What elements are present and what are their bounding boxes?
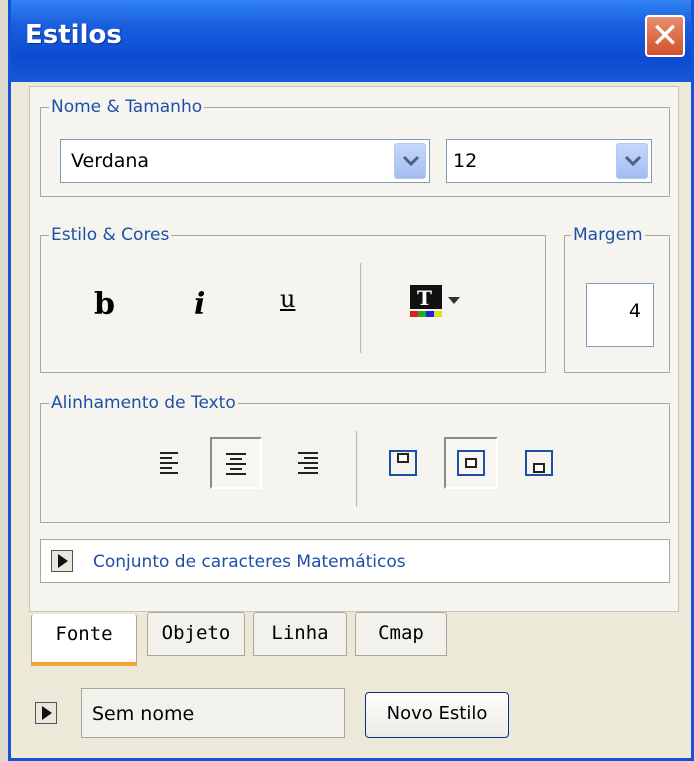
align-left-button[interactable] (156, 447, 186, 477)
tab-label: Fonte (55, 623, 113, 645)
align-center-button[interactable] (210, 437, 262, 489)
margin-value: 4 (628, 300, 641, 322)
close-icon: ✕ (650, 16, 680, 56)
styles-window: Estilos ✕ Nome & Tamanho Verdana 12 Esti… (8, 0, 694, 761)
chevron-down-icon[interactable] (616, 143, 648, 179)
valign-top-button[interactable] (386, 447, 420, 479)
font-size-select[interactable]: 12 (446, 139, 652, 183)
style-list-expand-icon[interactable] (35, 702, 57, 724)
expand-arrow-icon[interactable] (51, 550, 73, 572)
alignment-legend: Alinhamento de Texto (51, 393, 236, 413)
text-color-button[interactable]: T (408, 283, 468, 323)
text-color-icon: T (410, 285, 460, 317)
divider (356, 431, 358, 507)
name-size-legend: Nome & Tamanho (51, 97, 203, 117)
italic-button[interactable]: i (194, 287, 205, 322)
tab-objeto[interactable]: Objeto (147, 612, 245, 656)
valign-middle-button[interactable] (444, 437, 498, 489)
margin-input[interactable]: 4 (586, 283, 654, 347)
math-chars-label: Conjunto de caracteres Matemáticos (93, 552, 406, 572)
valign-bottom-icon (525, 450, 553, 476)
bold-button[interactable]: b (94, 287, 115, 322)
style-name-field[interactable]: Sem nome (81, 688, 345, 738)
underline-button[interactable]: u (280, 285, 295, 313)
active-tab-indicator (31, 662, 137, 666)
tab-linha[interactable]: Linha (253, 612, 347, 656)
align-center-icon (226, 453, 246, 475)
tab-fonte[interactable]: Fonte (31, 614, 137, 666)
style-colors-legend: Estilo & Cores (51, 225, 170, 245)
style-name-value: Sem nome (92, 703, 195, 725)
align-right-button[interactable] (292, 447, 322, 477)
tab-label: Linha (271, 622, 329, 644)
font-name-select[interactable]: Verdana (60, 139, 430, 183)
new-style-button[interactable]: Novo Estilo (365, 692, 509, 738)
alignment-group: Alinhamento de Texto (40, 393, 670, 523)
valign-bottom-button[interactable] (522, 447, 556, 479)
align-left-icon (160, 452, 178, 474)
margin-legend: Margem (573, 225, 643, 245)
window-title: Estilos (25, 20, 122, 50)
tab-label: Objeto (161, 622, 231, 644)
tab-label: Cmap (378, 622, 424, 644)
math-chars-expander[interactable]: Conjunto de caracteres Matemáticos (40, 539, 670, 583)
chevron-down-icon[interactable] (394, 143, 426, 179)
divider (360, 263, 362, 353)
tab-cmap[interactable]: Cmap (355, 612, 447, 656)
svg-text:T: T (417, 286, 432, 310)
font-name-value: Verdana (71, 150, 150, 172)
title-bar[interactable]: Estilos ✕ (11, 0, 691, 82)
align-right-icon (298, 452, 318, 474)
valign-top-icon (389, 450, 417, 476)
close-button[interactable]: ✕ (645, 15, 685, 57)
font-size-value: 12 (453, 150, 478, 172)
font-tab-panel: Nome & Tamanho Verdana 12 Estilo & Cores… (29, 86, 679, 612)
valign-middle-icon (457, 450, 485, 476)
